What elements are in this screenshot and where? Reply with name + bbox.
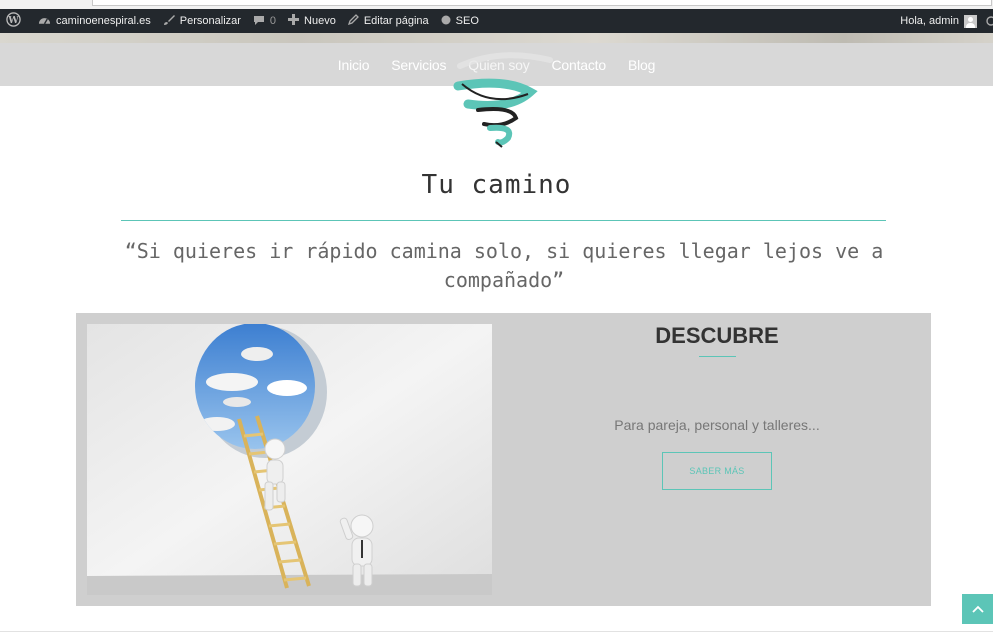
chevron-up-icon <box>971 600 984 618</box>
header-banner-image <box>0 33 993 43</box>
brush-icon <box>163 14 180 29</box>
feature-heading: DESCUBRE <box>655 323 779 348</box>
dashboard-icon <box>38 14 56 29</box>
seo-menu[interactable]: SEO <box>435 9 485 33</box>
my-account-menu[interactable]: Hola, admin <box>894 9 977 33</box>
feature-panel <box>76 313 931 606</box>
page-bottom-divider <box>0 631 993 632</box>
comments-count: 0 <box>269 15 277 27</box>
wp-logo-menu[interactable]: W <box>0 9 32 33</box>
avatar <box>964 14 977 28</box>
customize-link[interactable]: Personalizar <box>157 9 247 33</box>
customize-label: Personalizar <box>179 15 241 27</box>
wordpress-logo-icon: W <box>6 12 26 30</box>
nav-item-inicio[interactable]: Inicio <box>327 57 380 73</box>
browser-address-bar-edge[interactable] <box>92 0 992 6</box>
seo-dot-icon <box>441 15 456 28</box>
comment-bubble-icon <box>253 14 270 29</box>
seo-label: SEO <box>455 15 479 27</box>
feature-description: Para pareja, personal y talleres... <box>614 417 820 433</box>
nav-item-servicios[interactable]: Servicios <box>380 57 457 73</box>
svg-text:W: W <box>7 15 19 26</box>
title-divider <box>121 220 886 221</box>
new-label: Nuevo <box>304 15 336 27</box>
site-name-menu[interactable]: caminoenespiral.es <box>32 9 157 33</box>
admin-bar-overflow-icon[interactable] <box>983 9 993 33</box>
greeting-label: Hola, admin <box>900 15 959 27</box>
hero-quote: “Si quieres ir rápido camina solo, si qu… <box>124 239 884 292</box>
new-content-menu[interactable]: Nuevo <box>282 9 342 33</box>
site-name-label: caminoenespiral.es <box>56 15 151 27</box>
page-title: Tu camino <box>421 170 572 200</box>
scroll-to-top-button[interactable] <box>962 594 993 624</box>
wp-admin-bar: W caminoenespiral.es Personalizar 0 Nuev… <box>0 9 993 33</box>
ladder-illustration-image <box>87 324 492 595</box>
feature-heading-divider <box>699 356 736 357</box>
nav-item-blog[interactable]: Blog <box>617 57 666 73</box>
saber-mas-button[interactable]: SABER MÁS <box>662 452 772 490</box>
edit-page-label: Editar página <box>363 15 429 27</box>
edit-page-link[interactable]: Editar página <box>342 9 435 33</box>
browser-chrome-strip <box>0 0 993 9</box>
pencil-icon <box>347 14 364 28</box>
comments-link[interactable]: 0 <box>247 9 282 33</box>
site-logo-spiral[interactable] <box>450 48 560 148</box>
plus-icon <box>288 14 304 28</box>
